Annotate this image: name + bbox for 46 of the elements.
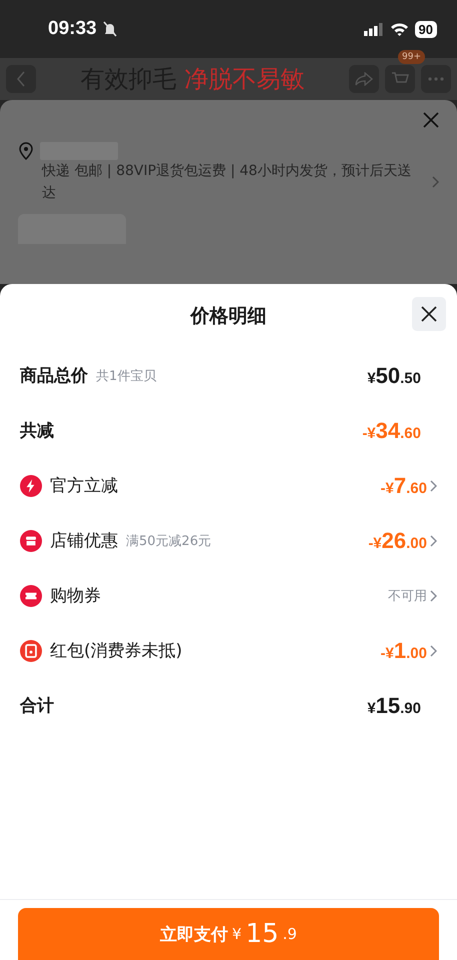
back-icon (16, 71, 26, 87)
wifi-icon (390, 22, 409, 36)
more-button[interactable] (421, 65, 451, 93)
pay-now-button[interactable]: 立即支付 ¥15.9 (18, 908, 439, 960)
status-time: 09:33 (48, 18, 97, 40)
price-amount: -¥34.60 (362, 418, 421, 444)
cart-count-badge: 99+ (398, 50, 425, 64)
chevron-right-icon (430, 480, 437, 492)
location-pin-icon (18, 142, 34, 160)
price-label: 购物券 (50, 585, 101, 607)
price-amount: ¥50.50 (367, 362, 421, 388)
close-button[interactable] (412, 297, 446, 331)
chevron-right-icon (430, 534, 437, 546)
bell-muted-icon (102, 21, 117, 37)
battery-level: 90 (414, 20, 437, 38)
price-note: 共1件宝贝 (96, 368, 156, 384)
shipping-info: 快递 包邮 | 88VIP退货包运费 | 48小时内发货，预计后天送达 (42, 162, 412, 203)
price-label: 店铺优惠 (50, 530, 118, 552)
close-icon[interactable] (423, 112, 439, 128)
cart-button[interactable] (385, 65, 415, 93)
price-label: 红包(消费券未抵) (50, 640, 182, 662)
price-label: 官方立减 (50, 475, 118, 497)
more-icon (428, 77, 444, 81)
ticket-icon (20, 584, 42, 606)
shop-icon (20, 530, 42, 552)
share-icon (355, 72, 373, 86)
price-amount: -¥1.00 (380, 638, 427, 664)
price-amount: -¥7.60 (380, 472, 427, 498)
chevron-right-icon (430, 590, 437, 602)
sheet-title: 价格明细 (190, 304, 266, 329)
price-amount: -¥26.00 (368, 528, 427, 554)
price-amount: ¥15.90 (367, 692, 421, 718)
envelope-icon (20, 640, 42, 662)
price-note: 满50元减26元 (126, 532, 212, 550)
lightning-icon (20, 474, 42, 496)
back-button[interactable] (6, 65, 36, 93)
share-button[interactable] (349, 65, 379, 93)
price-label: 共减 (20, 420, 54, 442)
chevron-right-icon (430, 644, 437, 656)
status-text: 不可用 (388, 588, 427, 604)
page-banner-text: 净脱不易敏 (184, 64, 304, 95)
price-label: 商品总价 (20, 365, 88, 387)
close-icon (421, 306, 437, 322)
signal-icon (364, 22, 384, 36)
chevron-right-icon (432, 176, 439, 188)
price-label: 合计 (20, 695, 54, 717)
